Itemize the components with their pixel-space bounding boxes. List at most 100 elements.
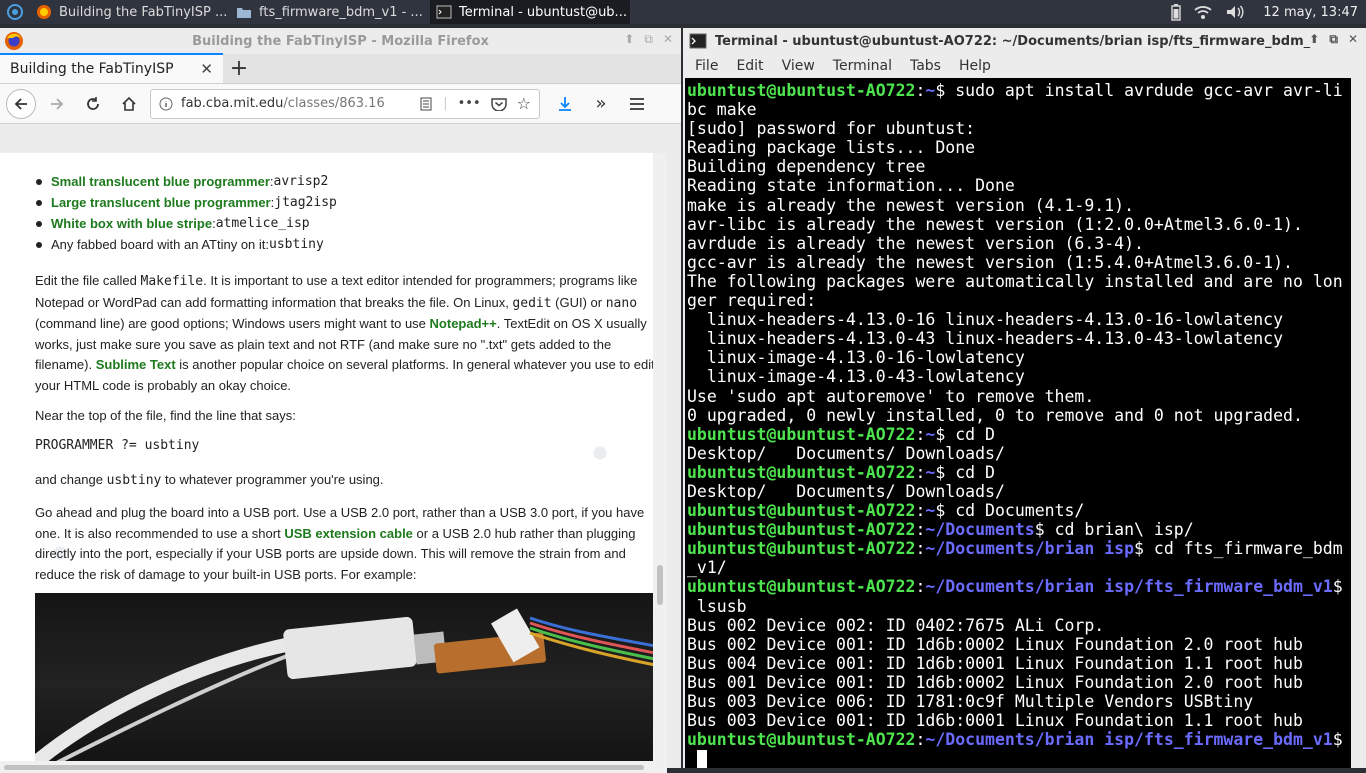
taskbar-task-label: fts_firmware_bdm_v1 - ... — [259, 4, 423, 20]
terminal-line: bc make — [687, 100, 1351, 119]
prompt-user: ubuntust@ubuntust-AO722 — [687, 462, 916, 482]
output-text: The following packages were automaticall… — [687, 271, 1343, 291]
inline-code: jtag2isp — [274, 195, 337, 210]
output-text: Desktop/ Documents/ Downloads/ — [687, 443, 1005, 463]
link-notepad-plus-plus[interactable]: Notepad++ — [430, 316, 497, 331]
page-content[interactable]: Small translucent blue programmer: avris… — [0, 153, 667, 773]
output-text: linux-image-4.13.0-43-lowlatency — [687, 367, 1025, 387]
menu-edit[interactable]: Edit — [736, 58, 773, 74]
forward-button[interactable] — [42, 89, 72, 119]
taskbar-task-file-manager[interactable]: fts_firmware_bdm_v1 - ... — [230, 0, 430, 24]
command-text: $ — [1332, 577, 1343, 597]
reload-button[interactable] — [78, 89, 108, 119]
menu-help[interactable]: Help — [959, 58, 1001, 74]
taskbar-task-terminal[interactable]: Terminal - ubuntust@ub... — [430, 0, 630, 24]
command-text: $ cd fts_firmware_bdm — [1134, 539, 1343, 559]
terminal-line: lsusb — [687, 597, 1351, 616]
menu-view[interactable]: View — [782, 58, 825, 74]
link-white-box-with-blue-stripe[interactable]: White box with blue stripe — [51, 216, 212, 231]
app-menu-icon — [7, 4, 23, 20]
firefox-window: Building the FabTinyISP - Mozilla Firefo… — [0, 28, 681, 773]
volume-icon[interactable] — [1225, 4, 1245, 20]
terminal-line: ubuntust@ubuntust-AO722:~/Documents/bria… — [687, 730, 1351, 749]
output-text: make is already the newest version (4.1-… — [687, 195, 1135, 215]
menu-terminal[interactable]: Terminal — [833, 58, 902, 74]
app-menu-button[interactable] — [0, 0, 30, 24]
command-text: $ — [1332, 730, 1343, 750]
taskbar-task-label: Building the FabTinyISP ... — [59, 4, 228, 20]
menu-tabs[interactable]: Tabs — [910, 58, 951, 74]
url-bar[interactable]: fab.cba.mit.edu/classes/863.16 | ••• ☆ — [150, 88, 540, 119]
downloads-button[interactable] — [550, 89, 580, 119]
tab-close-icon[interactable]: ✕ — [200, 60, 213, 78]
minimize-icon[interactable]: ⬆ — [624, 32, 634, 47]
tab-fabtinyisp[interactable]: Building the FabTinyISP ✕ — [0, 53, 223, 83]
bookmark-star-icon[interactable]: ☆ — [517, 94, 531, 113]
menu-file[interactable]: File — [695, 58, 728, 74]
usb-board-illustration — [35, 608, 665, 773]
terminal-line: avr-libc is already the newest version (… — [687, 215, 1351, 234]
pocket-icon[interactable] — [490, 97, 507, 111]
hamburger-menu-button[interactable] — [622, 89, 652, 119]
reader-view-icon[interactable] — [419, 97, 433, 111]
link-sublime-text[interactable]: Sublime Text — [96, 357, 176, 372]
terminal-line: Bus 003 Device 006: ID 1781:0c9f Multipl… — [687, 692, 1351, 711]
output-text: Desktop/ Documents/ Downloads/ — [687, 481, 1005, 501]
output-text: linux-headers-4.13.0-43 linux-headers-4.… — [687, 329, 1284, 349]
clock[interactable]: 12 may, 13:47 — [1263, 5, 1358, 20]
paragraph-change-programmer: and change usbtiny to whatever programme… — [35, 470, 657, 492]
download-icon — [559, 96, 571, 111]
link-small-translucent-blue-programmer[interactable]: Small translucent blue programmer — [51, 174, 270, 189]
link-usb-extension-cable[interactable]: USB extension cable — [284, 526, 413, 541]
terminal-line: linux-headers-4.13.0-16 linux-headers-4.… — [687, 310, 1351, 329]
maximize-icon[interactable]: ⧉ — [1329, 32, 1338, 47]
inline-code: avrisp2 — [273, 174, 329, 189]
terminal-line: make is already the newest version (4.1-… — [687, 196, 1351, 215]
terminal-line: linux-image-4.13.0-16-lowlatency — [687, 348, 1351, 367]
prompt-separator: : — [915, 730, 926, 750]
maximize-icon[interactable]: ⧉ — [644, 32, 653, 47]
output-text: Bus 003 Device 006: ID 1781:0c9f Multipl… — [687, 692, 1254, 711]
prompt-user: ubuntust@ubuntust-AO722 — [687, 730, 916, 750]
vertical-scrollbar[interactable] — [653, 153, 667, 773]
terminal-titlebar[interactable]: Terminal - ubuntust@ubuntust-AO722: ~/Do… — [683, 28, 1366, 54]
list-item: Small translucent blue programmer: avris… — [36, 171, 337, 192]
output-text: Reading package lists... Done — [687, 138, 976, 158]
terminal-line: ger required: — [687, 291, 1351, 310]
overflow-menu-button[interactable]: » — [586, 89, 616, 119]
terminal-icon — [436, 5, 452, 19]
prompt-user: ubuntust@ubuntust-AO722 — [687, 424, 916, 444]
terminal-line: gcc-avr is already the newest version (1… — [687, 253, 1351, 272]
page-actions-icon[interactable]: ••• — [458, 96, 481, 111]
minimize-icon[interactable]: ⬆ — [1309, 32, 1319, 47]
taskbar: Building the FabTinyISP ... fts_firmware… — [0, 0, 1366, 24]
wifi-icon[interactable] — [1193, 4, 1213, 20]
output-text: avr-libc is already the newest version (… — [687, 214, 1303, 234]
tab-bar: Building the FabTinyISP ✕ + — [0, 53, 681, 84]
taskbar-task-firefox[interactable]: Building the FabTinyISP ... — [30, 0, 230, 24]
reload-icon — [87, 96, 99, 110]
terminal-scrollbar[interactable] — [1353, 78, 1366, 768]
firefox-titlebar[interactable]: Building the FabTinyISP - Mozilla Firefo… — [0, 28, 681, 54]
output-text: Use 'sudo apt autoremove' to remove them… — [687, 386, 1095, 406]
prompt-path: ~ — [925, 81, 936, 100]
firefox-logo-icon — [5, 32, 23, 50]
terminal-line: ubuntust@ubuntust-AO722:~$ cd D — [687, 425, 1351, 444]
folder-icon — [237, 8, 251, 18]
close-icon[interactable]: ✕ — [663, 32, 673, 47]
link-large-translucent-blue-programmer[interactable]: Large translucent blue programmer — [51, 195, 271, 210]
home-button[interactable] — [114, 89, 144, 119]
back-button[interactable] — [6, 88, 36, 119]
close-icon[interactable]: ✕ — [1348, 32, 1358, 47]
new-tab-button[interactable]: + — [223, 53, 255, 83]
scrollbar-thumb[interactable] — [657, 565, 663, 605]
terminal-line: Building dependency tree — [687, 157, 1351, 176]
info-icon[interactable] — [159, 97, 173, 111]
output-text: Bus 002 Device 002: ID 0402:7675 ALi Cor… — [687, 615, 1105, 635]
battery-icon[interactable] — [1171, 3, 1181, 21]
terminal-screen[interactable]: ubuntust@ubuntust-AO722:~$ sudo apt inst… — [685, 78, 1351, 768]
terminal-input-line[interactable] — [687, 749, 1351, 768]
prompt-separator: : — [915, 462, 926, 482]
horizontal-scrollbar[interactable] — [0, 761, 667, 773]
prompt-path: ~ — [925, 424, 936, 444]
